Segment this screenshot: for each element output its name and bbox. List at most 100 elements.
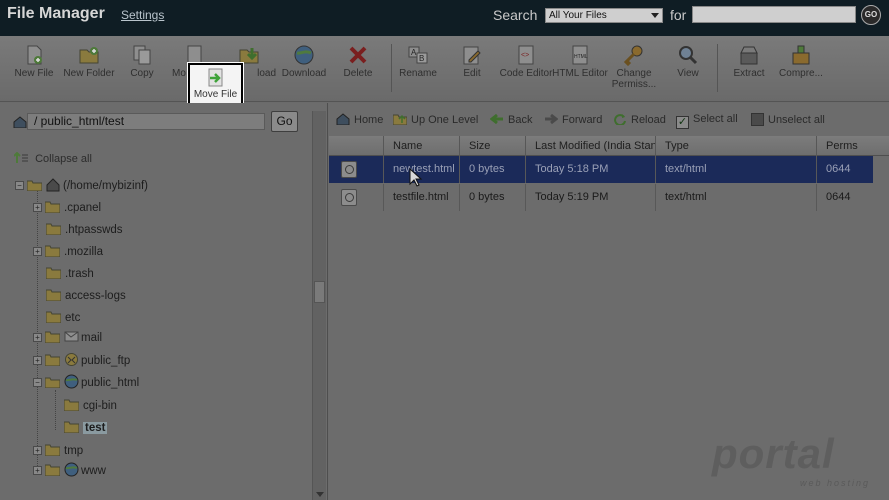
tree-item-access-logs[interactable]: access-logs — [46, 288, 126, 304]
folder-icon — [46, 223, 61, 235]
reload-button[interactable]: Reload — [613, 113, 666, 126]
globe-icon — [64, 462, 79, 477]
reload-label: Reload — [631, 114, 666, 126]
rename-icon: AB — [408, 46, 428, 64]
folder-open-icon — [45, 377, 60, 388]
path-bar: / public_html/test Go — [0, 109, 328, 135]
html-editor-label: HTML Editor — [552, 68, 608, 79]
reload-icon — [614, 114, 626, 125]
expand-toggle[interactable]: + — [33, 446, 42, 455]
tree-item-cgi-bin[interactable]: cgi-bin — [64, 398, 117, 414]
back-button[interactable]: Back — [490, 113, 532, 126]
watermark-tagline: web hosting — [800, 478, 871, 488]
tree-item-www[interactable]: + www — [33, 462, 106, 478]
html-editor-button[interactable]: HTML HTML Editor — [550, 44, 610, 79]
delete-label: Delete — [343, 68, 373, 79]
file-perms: 0644 — [826, 191, 851, 203]
search-go-button[interactable]: GO — [861, 5, 881, 25]
tree-item-label: public_html — [81, 377, 140, 389]
compress-button[interactable]: Compre... — [771, 44, 831, 79]
collapse-toggle[interactable]: − — [15, 181, 24, 190]
new-file-label: New File — [14, 68, 54, 79]
tree-item-label: access-logs — [65, 290, 126, 302]
tree-item-etc[interactable]: etc — [46, 310, 80, 326]
arrow-right-icon — [545, 113, 558, 125]
expand-toggle[interactable]: + — [33, 333, 42, 342]
up-one-level-button[interactable]: Up One Level — [393, 113, 478, 126]
collapse-icon — [14, 152, 28, 163]
scroll-down-icon[interactable] — [316, 492, 324, 497]
tree-item-trash[interactable]: .trash — [46, 266, 94, 282]
path-go-button[interactable]: Go — [271, 111, 298, 132]
move-file-label: Move File — [193, 89, 238, 100]
copy-label: Copy — [130, 68, 154, 79]
home-icon — [13, 116, 27, 128]
tree-item-label: .mozilla — [64, 246, 103, 258]
tree-item-home[interactable]: − (/home/mybizinf) — [15, 177, 148, 193]
tree-item-label: cgi-bin — [83, 400, 117, 412]
column-header-type[interactable]: Type — [656, 136, 817, 156]
unselect-all-button[interactable]: Unselect all — [751, 113, 825, 126]
select-all-button[interactable]: ✓ Select all — [676, 113, 738, 129]
file-size: 0 bytes — [460, 184, 526, 211]
ftp-icon — [65, 353, 78, 366]
tree-item-label: www — [81, 465, 106, 477]
edit-button[interactable]: Edit — [442, 44, 502, 79]
view-button[interactable]: View — [658, 44, 718, 79]
arrow-left-icon — [490, 113, 503, 125]
search-scope-select[interactable]: All Your Files — [545, 8, 663, 23]
file-name[interactable]: testfile.html — [384, 184, 460, 211]
tree-item-htpasswds[interactable]: .htpasswds — [46, 222, 123, 238]
copy-icon — [133, 45, 151, 65]
scrollbar-thumb[interactable] — [314, 281, 325, 303]
new-folder-button[interactable]: New Folder — [59, 44, 119, 79]
html-file-icon — [341, 189, 357, 206]
table-row[interactable]: testfile.html 0 bytes Today 5:19 PM text… — [329, 184, 873, 211]
collapse-all-button[interactable]: Collapse all — [14, 152, 92, 165]
column-header-perms[interactable]: Perms — [817, 136, 889, 156]
expand-toggle[interactable]: + — [33, 466, 42, 475]
rename-button[interactable]: AB Rename — [388, 44, 448, 79]
tree-item-cpanel[interactable]: + .cpanel — [33, 200, 101, 216]
tree-item-tmp[interactable]: + tmp — [33, 443, 83, 459]
expand-toggle[interactable]: + — [33, 203, 42, 212]
extract-icon — [740, 46, 758, 65]
expand-toggle[interactable]: + — [33, 247, 42, 256]
checkbox-empty-icon — [751, 113, 764, 126]
extract-button[interactable]: Extract — [719, 44, 779, 79]
tree-item-test[interactable]: test — [64, 420, 108, 436]
expand-toggle[interactable]: + — [33, 356, 42, 365]
home-label: Home — [354, 114, 384, 126]
search-input[interactable] — [692, 6, 856, 23]
file-size: 0 bytes — [460, 156, 526, 183]
new-folder-icon — [79, 47, 99, 64]
edit-label: Edit — [463, 68, 481, 79]
column-header-modified[interactable]: Last Modified (India Stand — [526, 136, 656, 156]
move-file-icon — [208, 68, 222, 87]
download-button[interactable]: Download — [274, 44, 334, 79]
tree-item-label: .htpasswds — [65, 224, 123, 236]
compress-label: Compre... — [779, 68, 823, 79]
column-header-size[interactable]: Size — [460, 136, 526, 156]
toolbar-separator — [717, 44, 718, 92]
folder-tree-pane: / public_html/test Go Collapse all − (/ho… — [0, 103, 328, 500]
delete-button[interactable]: Delete — [328, 44, 388, 79]
folder-icon — [45, 444, 60, 456]
new-file-button[interactable]: New File — [4, 44, 64, 79]
tree-item-public-html[interactable]: − public_html — [33, 374, 139, 390]
tree-scrollbar[interactable] — [312, 111, 326, 500]
delete-icon — [349, 46, 367, 64]
tree-item-mozilla[interactable]: + .mozilla — [33, 244, 103, 260]
settings-link[interactable]: Settings — [121, 8, 164, 22]
tree-item-public-ftp[interactable]: + public_ftp — [33, 352, 130, 368]
code-editor-button[interactable]: <> Code Editor — [496, 44, 556, 79]
view-label: View — [677, 68, 699, 79]
collapse-toggle[interactable]: − — [33, 378, 42, 387]
home-button[interactable]: Home — [336, 113, 383, 126]
tree-item-mail[interactable]: + mail — [33, 329, 102, 345]
path-input[interactable]: / public_html/test — [27, 113, 265, 130]
for-label: for — [670, 7, 687, 23]
change-permissions-button[interactable]: Change Permiss... — [604, 44, 664, 90]
column-header-name[interactable]: Name — [384, 136, 460, 156]
forward-button[interactable]: Forward — [544, 113, 602, 126]
